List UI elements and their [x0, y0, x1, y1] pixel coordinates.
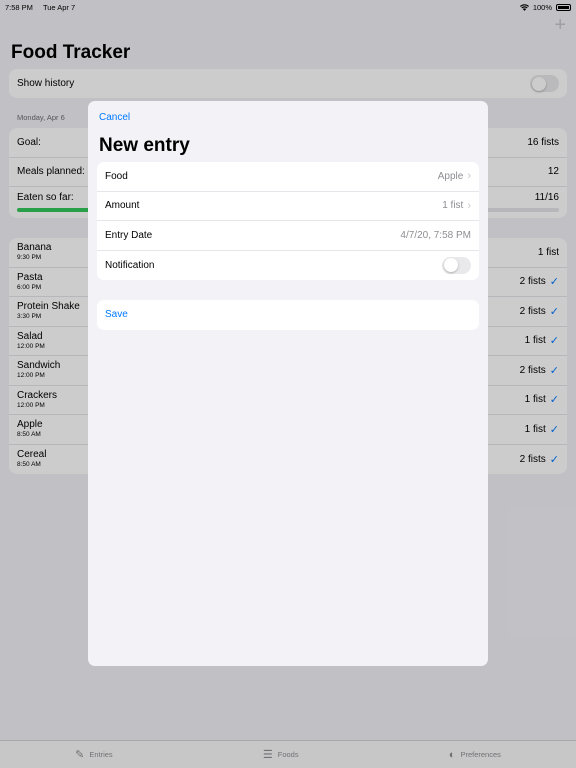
notification-label: Notification	[105, 259, 155, 271]
food-label: Food	[105, 170, 128, 182]
amount-label: Amount	[105, 200, 140, 212]
food-row[interactable]: Food Apple ›	[97, 162, 479, 192]
sheet-title: New entry	[99, 135, 190, 156]
amount-row[interactable]: Amount 1 fist ›	[97, 192, 479, 221]
chevron-right-icon: ›	[467, 199, 471, 212]
save-card: Save	[97, 300, 479, 330]
entry-date-value[interactable]: 4/7/20, 7:58 PM	[400, 230, 471, 241]
amount-value: 1 fist	[442, 200, 464, 212]
entry-date-label: Entry Date	[105, 229, 153, 241]
notification-toggle[interactable]	[442, 256, 471, 274]
entry-date-row[interactable]: Entry Date 4/7/20, 7:58 PM	[97, 221, 479, 251]
chevron-right-icon: ›	[467, 170, 471, 183]
save-row[interactable]: Save	[97, 300, 479, 330]
notification-row: Notification	[97, 251, 479, 281]
cancel-button[interactable]: Cancel	[99, 112, 130, 123]
entry-form: Food Apple › Amount 1 fist › Entry Date 4/…	[97, 162, 479, 280]
save-button[interactable]: Save	[105, 309, 128, 320]
food-value: Apple	[437, 170, 464, 182]
new-entry-sheet: Cancel New entry Food Apple › Amount 1 fi…	[88, 101, 488, 666]
